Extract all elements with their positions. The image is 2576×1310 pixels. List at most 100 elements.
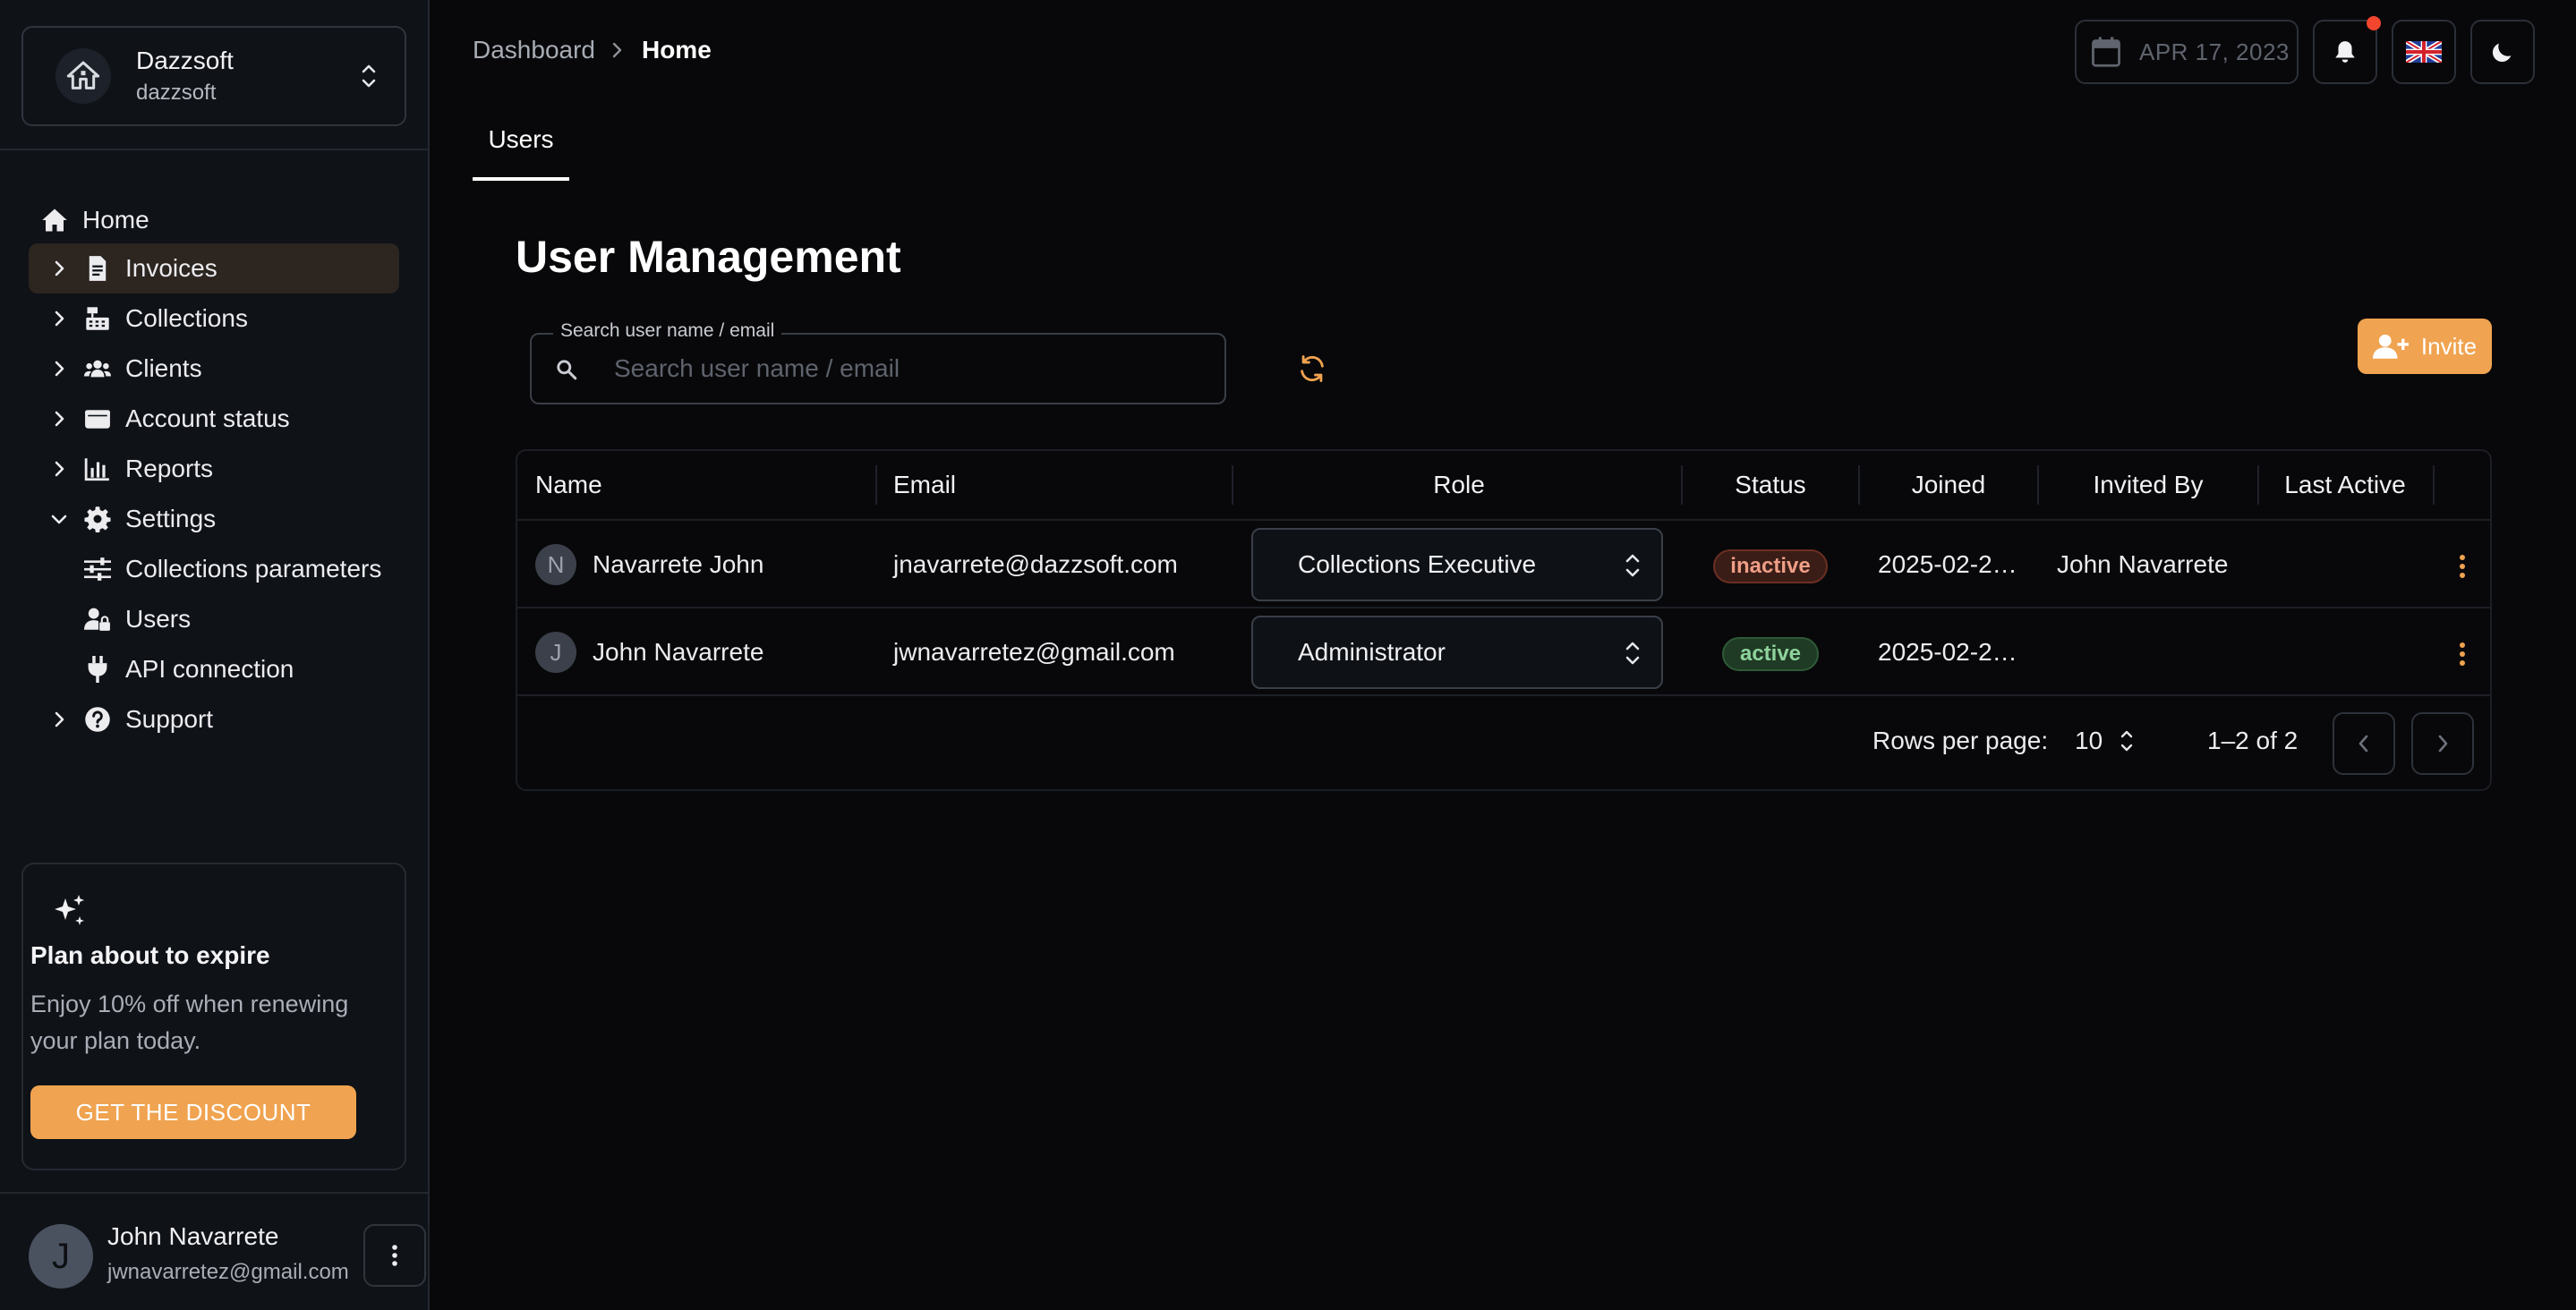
org-name: Dazzsoft: [136, 47, 234, 74]
chevron-right-icon: [55, 711, 64, 727]
language-button[interactable]: 🇬🇧: [2392, 20, 2456, 84]
users-group-icon: [84, 355, 111, 382]
column-header-email[interactable]: Email: [893, 467, 956, 503]
status-badge: inactive: [1713, 549, 1828, 583]
home-icon: [55, 48, 111, 104]
sidebar-item-label: Users: [125, 605, 192, 633]
row-menu-button[interactable]: [2449, 636, 2476, 672]
notification-dot: [2367, 16, 2381, 30]
search-field: [530, 333, 1226, 404]
sidebar-item-account-status[interactable]: Account status: [29, 394, 399, 444]
column-header-role[interactable]: Role: [1233, 467, 1685, 503]
joined-date: 2025-02-2…: [1878, 638, 2017, 666]
sidebar-item-label: Support: [125, 705, 214, 733]
calendar-icon: [2092, 37, 2120, 67]
sliders-icon: [84, 556, 111, 583]
sidebar-item-support[interactable]: Support: [29, 694, 399, 744]
user-email: jnavarrete@dazzsoft.com: [893, 550, 1178, 578]
chevron-right-icon: [55, 411, 64, 427]
sidebar-item-api-connection[interactable]: API connection: [29, 644, 399, 694]
sidebar-divider: [0, 149, 428, 150]
previous-page-button[interactable]: [2333, 712, 2395, 775]
chevron-left-icon: [2358, 735, 2368, 753]
bell-icon: [2335, 41, 2355, 63]
promo-title: Plan about to expire: [30, 941, 270, 969]
search-input[interactable]: [614, 347, 1187, 390]
sidebar-item-settings[interactable]: Settings: [29, 494, 399, 544]
sidebar-item-home[interactable]: Home: [29, 195, 399, 245]
row-menu-button[interactable]: [2449, 549, 2476, 584]
row-divider: [517, 607, 2490, 608]
column-header-last-active[interactable]: Last Active: [2259, 467, 2431, 503]
row-divider: [517, 694, 2490, 696]
user-name: John Navarrete: [593, 638, 764, 666]
column-header-name[interactable]: Name: [535, 467, 602, 503]
sidebar-item-label: Home: [82, 206, 149, 234]
role-select[interactable]: Administrator: [1251, 616, 1663, 689]
notifications-button[interactable]: [2313, 16, 2381, 84]
promo-text: Enjoy 10% off when renewing your plan to…: [30, 991, 349, 1054]
user-email: jwnavarretez@gmail.com: [893, 638, 1175, 666]
sidebar-item-clients[interactable]: Clients: [29, 344, 399, 394]
gear-icon: [84, 506, 111, 532]
refresh-button[interactable]: [1294, 351, 1330, 387]
invite-label: Invite: [2420, 332, 2478, 360]
invoice-icon: [84, 255, 111, 282]
avatar[interactable]: J: [29, 1224, 93, 1289]
sidebar-item-label: Collections parameters: [125, 555, 382, 583]
rows-per-page-value: 10: [2075, 727, 2103, 754]
wallet-icon: [84, 405, 111, 432]
plug-icon: [84, 656, 111, 683]
sidebar-item-invoices[interactable]: Invoices: [29, 243, 399, 293]
column-header-status[interactable]: Status: [1683, 467, 1858, 503]
column-header-joined[interactable]: Joined: [1860, 467, 2037, 503]
next-page-button[interactable]: [2411, 712, 2474, 775]
user-lock-icon: [84, 606, 111, 633]
sidebar-item-label: API connection: [125, 655, 294, 683]
user-plus-icon: [2372, 334, 2409, 359]
moon-icon: [2492, 43, 2512, 63]
current-user-email: jwnavarretez@gmail.com: [107, 1260, 349, 1284]
joined-date: 2025-02-2…: [1878, 550, 2017, 578]
current-user-name: John Navarrete: [107, 1222, 279, 1250]
role-value: Administrator: [1298, 638, 1446, 666]
get-discount-button[interactable]: GET THE DISCOUNT: [30, 1085, 356, 1139]
chevron-right-icon: [55, 310, 64, 327]
date-picker-button[interactable]: APR 17, 2023: [2075, 20, 2299, 84]
search-icon: [557, 360, 577, 380]
cash-register-icon: [84, 305, 111, 332]
chevron-right-icon: [55, 461, 64, 477]
refresh-icon: [1301, 355, 1324, 382]
breadcrumb-dashboard[interactable]: Dashboard: [473, 36, 595, 64]
column-header-invited-by[interactable]: Invited By: [2039, 467, 2257, 503]
theme-toggle-button[interactable]: [2470, 20, 2535, 84]
sidebar-item-label: Clients: [125, 354, 202, 382]
chevron-right-icon: [55, 361, 64, 377]
uk-flag-icon: [2406, 41, 2442, 63]
chevron-right-icon: [55, 260, 64, 276]
more-vertical-icon: [2460, 555, 2465, 578]
role-select[interactable]: Collections Executive: [1251, 528, 1663, 601]
org-switcher[interactable]: Dazzsoft dazzsoft: [21, 26, 406, 126]
bar-chart-icon: [84, 455, 111, 482]
user-name: Navarrete John: [593, 550, 764, 578]
sidebar-item-label: Invoices: [125, 254, 218, 282]
sidebar-item-collections-parameters[interactable]: Collections parameters: [29, 544, 399, 594]
rows-per-page-select[interactable]: 10: [2075, 721, 2141, 761]
status-badge: active: [1722, 637, 1819, 671]
sidebar-item-reports[interactable]: Reports: [29, 444, 399, 494]
user-menu-button[interactable]: [363, 1224, 426, 1287]
breadcrumb-current: Home: [641, 36, 712, 64]
chevron-updown-icon: [1625, 642, 1640, 665]
breadcrumb: Dashboard Home: [473, 36, 712, 64]
invite-button[interactable]: Invite: [2358, 319, 2492, 374]
pagination-range: 1–2 of 2: [2207, 727, 2299, 754]
sidebar-item-collections[interactable]: Collections: [29, 293, 399, 344]
sidebar-item-users[interactable]: Users: [29, 594, 399, 644]
chevron-right-icon: [611, 41, 626, 59]
chevron-updown-icon: [356, 58, 381, 94]
sidebar-item-label: Account status: [125, 404, 290, 432]
sidebar-item-label: Collections: [125, 304, 248, 332]
org-slug: dazzsoft: [136, 81, 217, 105]
tab-users[interactable]: Users: [473, 125, 569, 181]
